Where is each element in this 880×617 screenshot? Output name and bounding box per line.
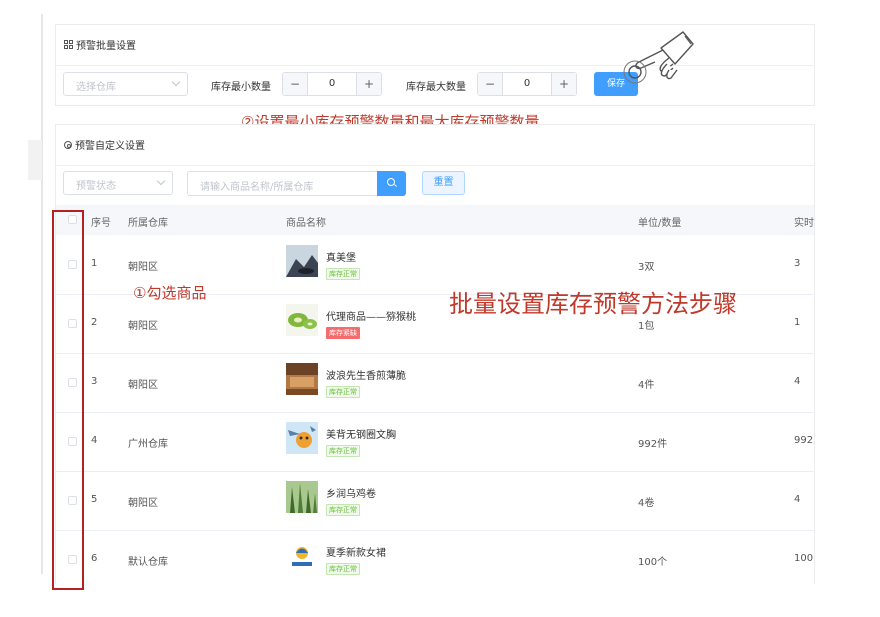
batch-settings-title-text: 预警批量设置 bbox=[76, 41, 136, 52]
stock-status-badge: 库存正常 bbox=[326, 563, 360, 575]
reset-button[interactable]: 重置 bbox=[422, 171, 465, 195]
header-warehouse: 所属仓库 bbox=[128, 218, 168, 229]
custom-settings-title-text: 预警自定义设置 bbox=[75, 141, 145, 152]
product-thumbnail bbox=[286, 422, 318, 454]
chevron-down-icon bbox=[156, 176, 166, 186]
row-warehouse: 朝阳区 bbox=[128, 380, 158, 391]
search-icon bbox=[387, 178, 395, 186]
table-header: 序号 所属仓库 商品名称 单位/数量 实时库存 bbox=[56, 205, 814, 235]
header-realtime-stock: 实时库存 bbox=[794, 218, 814, 229]
header-product-name: 商品名称 bbox=[286, 218, 326, 229]
header-index: 序号 bbox=[91, 218, 111, 229]
table-row: 4 广州仓库 美背无钢圈文胸 库存正常 992件 992 bbox=[56, 412, 814, 472]
row-warehouse: 广州仓库 bbox=[128, 439, 168, 450]
status-select[interactable]: 预警状态 bbox=[63, 171, 173, 195]
row-index: 6 bbox=[91, 553, 98, 564]
product-thumbnail bbox=[286, 245, 318, 277]
row-warehouse: 朝阳区 bbox=[128, 321, 158, 332]
row-stock: 4 bbox=[794, 376, 801, 387]
search-button[interactable] bbox=[377, 171, 406, 196]
row-index: 4 bbox=[91, 435, 98, 446]
product-name[interactable]: 波浪先生香煎薄脆 bbox=[326, 367, 406, 382]
stock-status-badge: 库存正常 bbox=[326, 504, 360, 516]
batch-settings-panel: 预警批量设置 选择仓库 库存最小数量 − 0 + 库存最大数量 − 0 + 保存 bbox=[55, 24, 815, 106]
row-warehouse: 朝阳区 bbox=[128, 498, 158, 509]
status-select-placeholder: 预警状态 bbox=[76, 181, 116, 192]
stock-status-badge: 库存紧缺 bbox=[326, 327, 360, 339]
max-increment-button[interactable]: + bbox=[551, 73, 576, 95]
stock-status-badge: 库存正常 bbox=[326, 386, 360, 398]
row-stock: 4 bbox=[794, 494, 801, 505]
product-thumbnail bbox=[286, 304, 318, 336]
row-warehouse: 朝阳区 bbox=[128, 262, 158, 273]
product-thumbnail bbox=[286, 540, 318, 572]
product-name[interactable]: 乡润乌鸡卷 bbox=[326, 485, 376, 500]
left-divider bbox=[41, 14, 43, 574]
checkbox-highlight-box bbox=[52, 210, 84, 590]
max-decrement-button[interactable]: − bbox=[478, 73, 503, 95]
product-name[interactable]: 美背无钢圈文胸 bbox=[326, 426, 396, 441]
warehouse-select[interactable]: 选择仓库 bbox=[63, 72, 188, 96]
row-index: 3 bbox=[91, 376, 98, 387]
max-quantity-value[interactable]: 0 bbox=[502, 73, 552, 95]
product-name[interactable]: 真美堡 bbox=[326, 249, 356, 264]
step1-annotation: ①勾选商品 bbox=[133, 284, 207, 302]
chevron-down-icon bbox=[171, 77, 181, 87]
max-quantity-label: 库存最大数量 bbox=[406, 82, 466, 93]
product-name[interactable]: 代理商品——猕猴桃 bbox=[326, 308, 416, 323]
row-index: 2 bbox=[91, 317, 98, 328]
row-stock: 992 bbox=[794, 435, 814, 446]
custom-settings-title: 预警自定义设置 bbox=[64, 137, 145, 152]
table-row: 5 朝阳区 乡润乌鸡卷 库存正常 4卷 4 bbox=[56, 471, 814, 531]
left-strip bbox=[28, 140, 42, 180]
batch-settings-header: 预警批量设置 bbox=[56, 25, 814, 66]
row-index: 5 bbox=[91, 494, 98, 505]
search-input[interactable]: 请输入商品名称/所属仓库 bbox=[187, 171, 377, 196]
custom-settings-header: 预警自定义设置 bbox=[56, 125, 814, 166]
row-unit-quantity: 992件 bbox=[638, 439, 668, 450]
steps-heading-annotation: 批量设置库存预警方法步骤 bbox=[449, 290, 737, 318]
min-quantity-label: 库存最小数量 bbox=[211, 82, 271, 93]
stock-status-badge: 库存正常 bbox=[326, 445, 360, 457]
row-unit-quantity: 4件 bbox=[638, 380, 655, 391]
min-quantity-stepper[interactable]: − 0 + bbox=[282, 72, 382, 96]
min-decrement-button[interactable]: − bbox=[283, 73, 308, 95]
search-placeholder: 请输入商品名称/所属仓库 bbox=[200, 182, 314, 193]
min-increment-button[interactable]: + bbox=[356, 73, 381, 95]
max-quantity-stepper[interactable]: − 0 + bbox=[477, 72, 577, 96]
stock-status-badge: 库存正常 bbox=[326, 268, 360, 280]
grid-icon bbox=[64, 40, 73, 49]
row-unit-quantity: 4卷 bbox=[638, 498, 655, 509]
product-name[interactable]: 夏季新款女裙 bbox=[326, 544, 386, 559]
table-row: 6 默认仓库 夏季新款女裙 库存正常 100个 100 bbox=[56, 530, 814, 584]
row-stock: 1 bbox=[794, 317, 801, 328]
batch-settings-title: 预警批量设置 bbox=[64, 37, 136, 52]
product-thumbnail bbox=[286, 481, 318, 513]
row-unit-quantity: 100个 bbox=[638, 557, 668, 568]
header-unit-quantity: 单位/数量 bbox=[638, 218, 682, 229]
target-icon bbox=[64, 140, 72, 149]
row-unit-quantity: 1包 bbox=[638, 321, 655, 332]
custom-settings-panel: 预警自定义设置 预警状态 请输入商品名称/所属仓库 重置 序号 所属仓库 商品名… bbox=[55, 124, 815, 584]
product-thumbnail bbox=[286, 363, 318, 395]
row-stock: 3 bbox=[794, 258, 801, 269]
row-index: 1 bbox=[91, 258, 98, 269]
table-row: 3 朝阳区 波浪先生香煎薄脆 库存正常 4件 4 bbox=[56, 353, 814, 413]
min-quantity-value[interactable]: 0 bbox=[307, 73, 357, 95]
row-warehouse: 默认仓库 bbox=[128, 557, 168, 568]
row-stock: 100 bbox=[794, 553, 814, 564]
warehouse-select-placeholder: 选择仓库 bbox=[76, 82, 116, 93]
row-unit-quantity: 3双 bbox=[638, 262, 655, 273]
pointing-hand-icon bbox=[623, 31, 694, 84]
